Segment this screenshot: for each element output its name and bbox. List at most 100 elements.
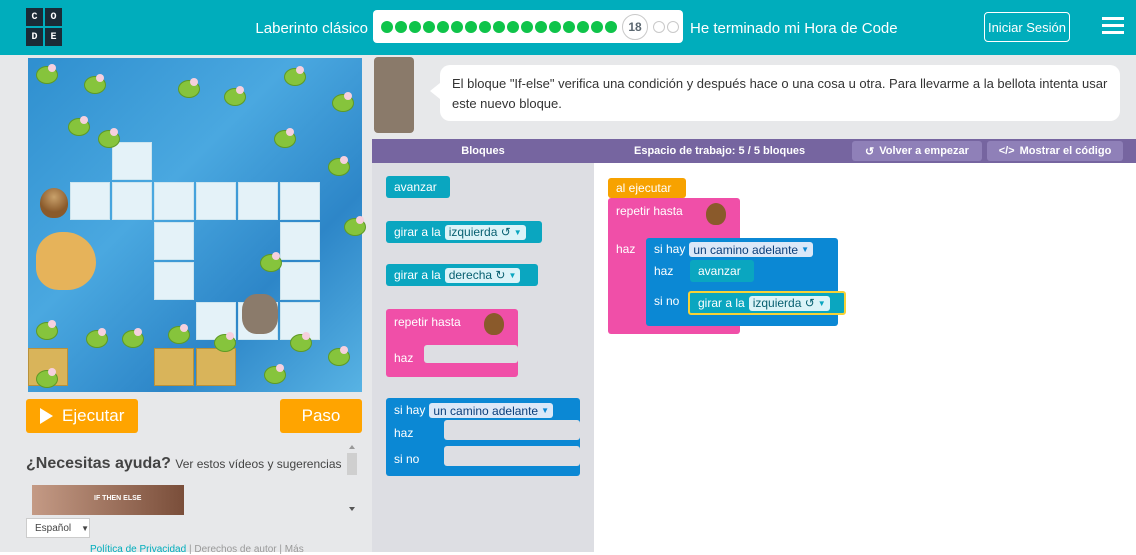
instructions-area: El bloque "If-else" verifica una condici… (372, 55, 1136, 139)
lotus-flower-icon (276, 364, 284, 372)
condition-dropdown[interactable]: un camino adelante ▼ (689, 242, 814, 257)
hamburger-menu-icon[interactable] (1102, 17, 1124, 35)
progress-dot-completed[interactable] (479, 21, 491, 33)
progress-dot-completed[interactable] (577, 21, 589, 33)
lotus-flower-icon (344, 92, 352, 100)
lotus-flower-icon (356, 216, 364, 224)
finished-hour-link[interactable]: He terminado mi Hora de Code (690, 20, 898, 37)
privacy-link[interactable]: Política de Privacidad (90, 544, 186, 555)
run-button[interactable]: Ejecutar (26, 399, 138, 433)
turn-left-block[interactable]: girar a la izquierda ↺ ▼ (386, 221, 542, 243)
lotus-flower-icon (80, 116, 88, 124)
ice-tile (196, 182, 236, 220)
lotus-flower-icon (48, 64, 56, 72)
help-video-thumbnail[interactable]: IF THEN ELSE (32, 485, 184, 515)
video-label: IF THEN ELSE (94, 495, 142, 502)
lotus-flower-icon (302, 332, 310, 340)
chevron-down-icon: ▼ (817, 298, 826, 308)
turn-right-block[interactable]: girar a la derecha ↻ ▼ (386, 264, 538, 286)
forward-label: avanzar (698, 264, 741, 278)
lotus-flower-icon (180, 324, 188, 332)
lotus-flower-icon (340, 346, 348, 354)
code-logo[interactable]: C O D E (26, 8, 62, 46)
copyright-link[interactable]: Derechos de autor (194, 544, 276, 555)
island-tile (36, 232, 96, 290)
direction-dropdown[interactable]: derecha ↻ ▼ (444, 267, 521, 283)
ice-tile (154, 262, 194, 300)
signin-button[interactable]: Iniciar Sesión (984, 12, 1070, 42)
progress-dot-completed[interactable] (409, 21, 421, 33)
game-panel: Ejecutar Paso ¿Necesitas ayuda? Ver esto… (0, 55, 372, 555)
lotus-flower-icon (48, 368, 56, 376)
ice-tile (238, 182, 278, 220)
workspace-turn-block[interactable]: girar a la izquierda ↺ ▼ (688, 291, 846, 315)
repeat-until-block[interactable]: repetir hasta haz (386, 309, 518, 377)
direction-dropdown[interactable]: izquierda ↺ ▼ (444, 224, 526, 240)
scrat-character-icon (242, 294, 278, 334)
when-run-block[interactable]: al ejecutar (608, 178, 686, 198)
language-value: Español (35, 522, 72, 534)
progress-dot-completed[interactable] (395, 21, 407, 33)
workspace-forward-block[interactable]: avanzar (690, 260, 754, 282)
scrat-avatar (374, 57, 414, 133)
block-toolbox: avanzar girar a la izquierda ↺ ▼ girar a … (372, 163, 594, 552)
progress-dot-completed[interactable] (591, 21, 603, 33)
ice-tile (112, 182, 152, 220)
progress-dot-completed[interactable] (507, 21, 519, 33)
direction-value: izquierda ↺ (448, 225, 511, 239)
repeat-label: repetir hasta (616, 204, 683, 218)
progress-dot-completed[interactable] (451, 21, 463, 33)
direction-value: derecha ↻ (448, 268, 506, 282)
language-select[interactable]: Español ▼ (26, 518, 90, 538)
current-level-badge[interactable]: 18 (622, 14, 648, 40)
progress-dot-completed[interactable] (465, 21, 477, 33)
direction-dropdown[interactable]: izquierda ↺ ▼ (748, 295, 830, 311)
step-button[interactable]: Paso (280, 399, 362, 433)
progress-dot-remaining[interactable] (653, 21, 665, 33)
progress-dot-completed[interactable] (493, 21, 505, 33)
forward-label: avanzar (394, 180, 437, 194)
do-label: haz (394, 351, 414, 365)
condition-dropdown[interactable]: un camino adelante ▼ (429, 403, 554, 418)
play-icon (40, 408, 53, 424)
sand-tile (196, 348, 236, 386)
if-else-block[interactable]: si hay un camino adelante ▼ haz si no (386, 398, 580, 476)
lotus-flower-icon (236, 86, 244, 94)
show-code-button[interactable]: </> Mostrar el código (987, 141, 1123, 161)
chevron-down-icon: ▼ (513, 227, 522, 237)
progress-dot-completed[interactable] (605, 21, 617, 33)
run-label: Ejecutar (62, 406, 125, 425)
progress-dot-completed[interactable] (423, 21, 435, 33)
do-label: haz (654, 264, 674, 278)
ice-tile (70, 182, 110, 220)
progress-dot-completed[interactable] (521, 21, 533, 33)
progress-dot-completed[interactable] (563, 21, 575, 33)
level-title: Laberinto clásico (255, 20, 368, 37)
progress-dot-completed[interactable] (535, 21, 547, 33)
ice-tile (154, 222, 194, 260)
code-icon: </> (998, 145, 1015, 157)
turn-prefix: girar a la (394, 268, 441, 282)
lotus-flower-icon (134, 328, 142, 336)
lotus-flower-icon (226, 332, 234, 340)
reset-button[interactable]: ↺ Volver a empezar (852, 141, 982, 161)
chevron-down-icon: ▼ (508, 270, 517, 280)
progress-dot-completed[interactable] (381, 21, 393, 33)
chevron-down-icon: ▼ (81, 523, 90, 533)
sand-tile (154, 348, 194, 386)
reset-icon: ↺ (865, 145, 875, 158)
progress-dot-completed[interactable] (549, 21, 561, 33)
condition-value: un camino adelante (693, 242, 799, 257)
acorn-icon (40, 188, 68, 218)
progress-dot-completed[interactable] (437, 21, 449, 33)
footer-links: Política de Privacidad | Derechos de aut… (90, 544, 304, 555)
logo-letter: O (45, 8, 62, 26)
forward-block[interactable]: avanzar (386, 176, 450, 198)
scroll-thumb[interactable] (347, 453, 357, 475)
help-subtitle: Ver estos vídeos y sugerencias (175, 457, 342, 471)
progress-dot-remaining[interactable] (667, 21, 679, 33)
workspace-count: Espacio de trabajo: 5 / 5 bloques (634, 145, 806, 157)
acorn-icon (706, 203, 726, 225)
more-link[interactable]: Más (285, 544, 304, 555)
else-label: si no (654, 294, 680, 308)
